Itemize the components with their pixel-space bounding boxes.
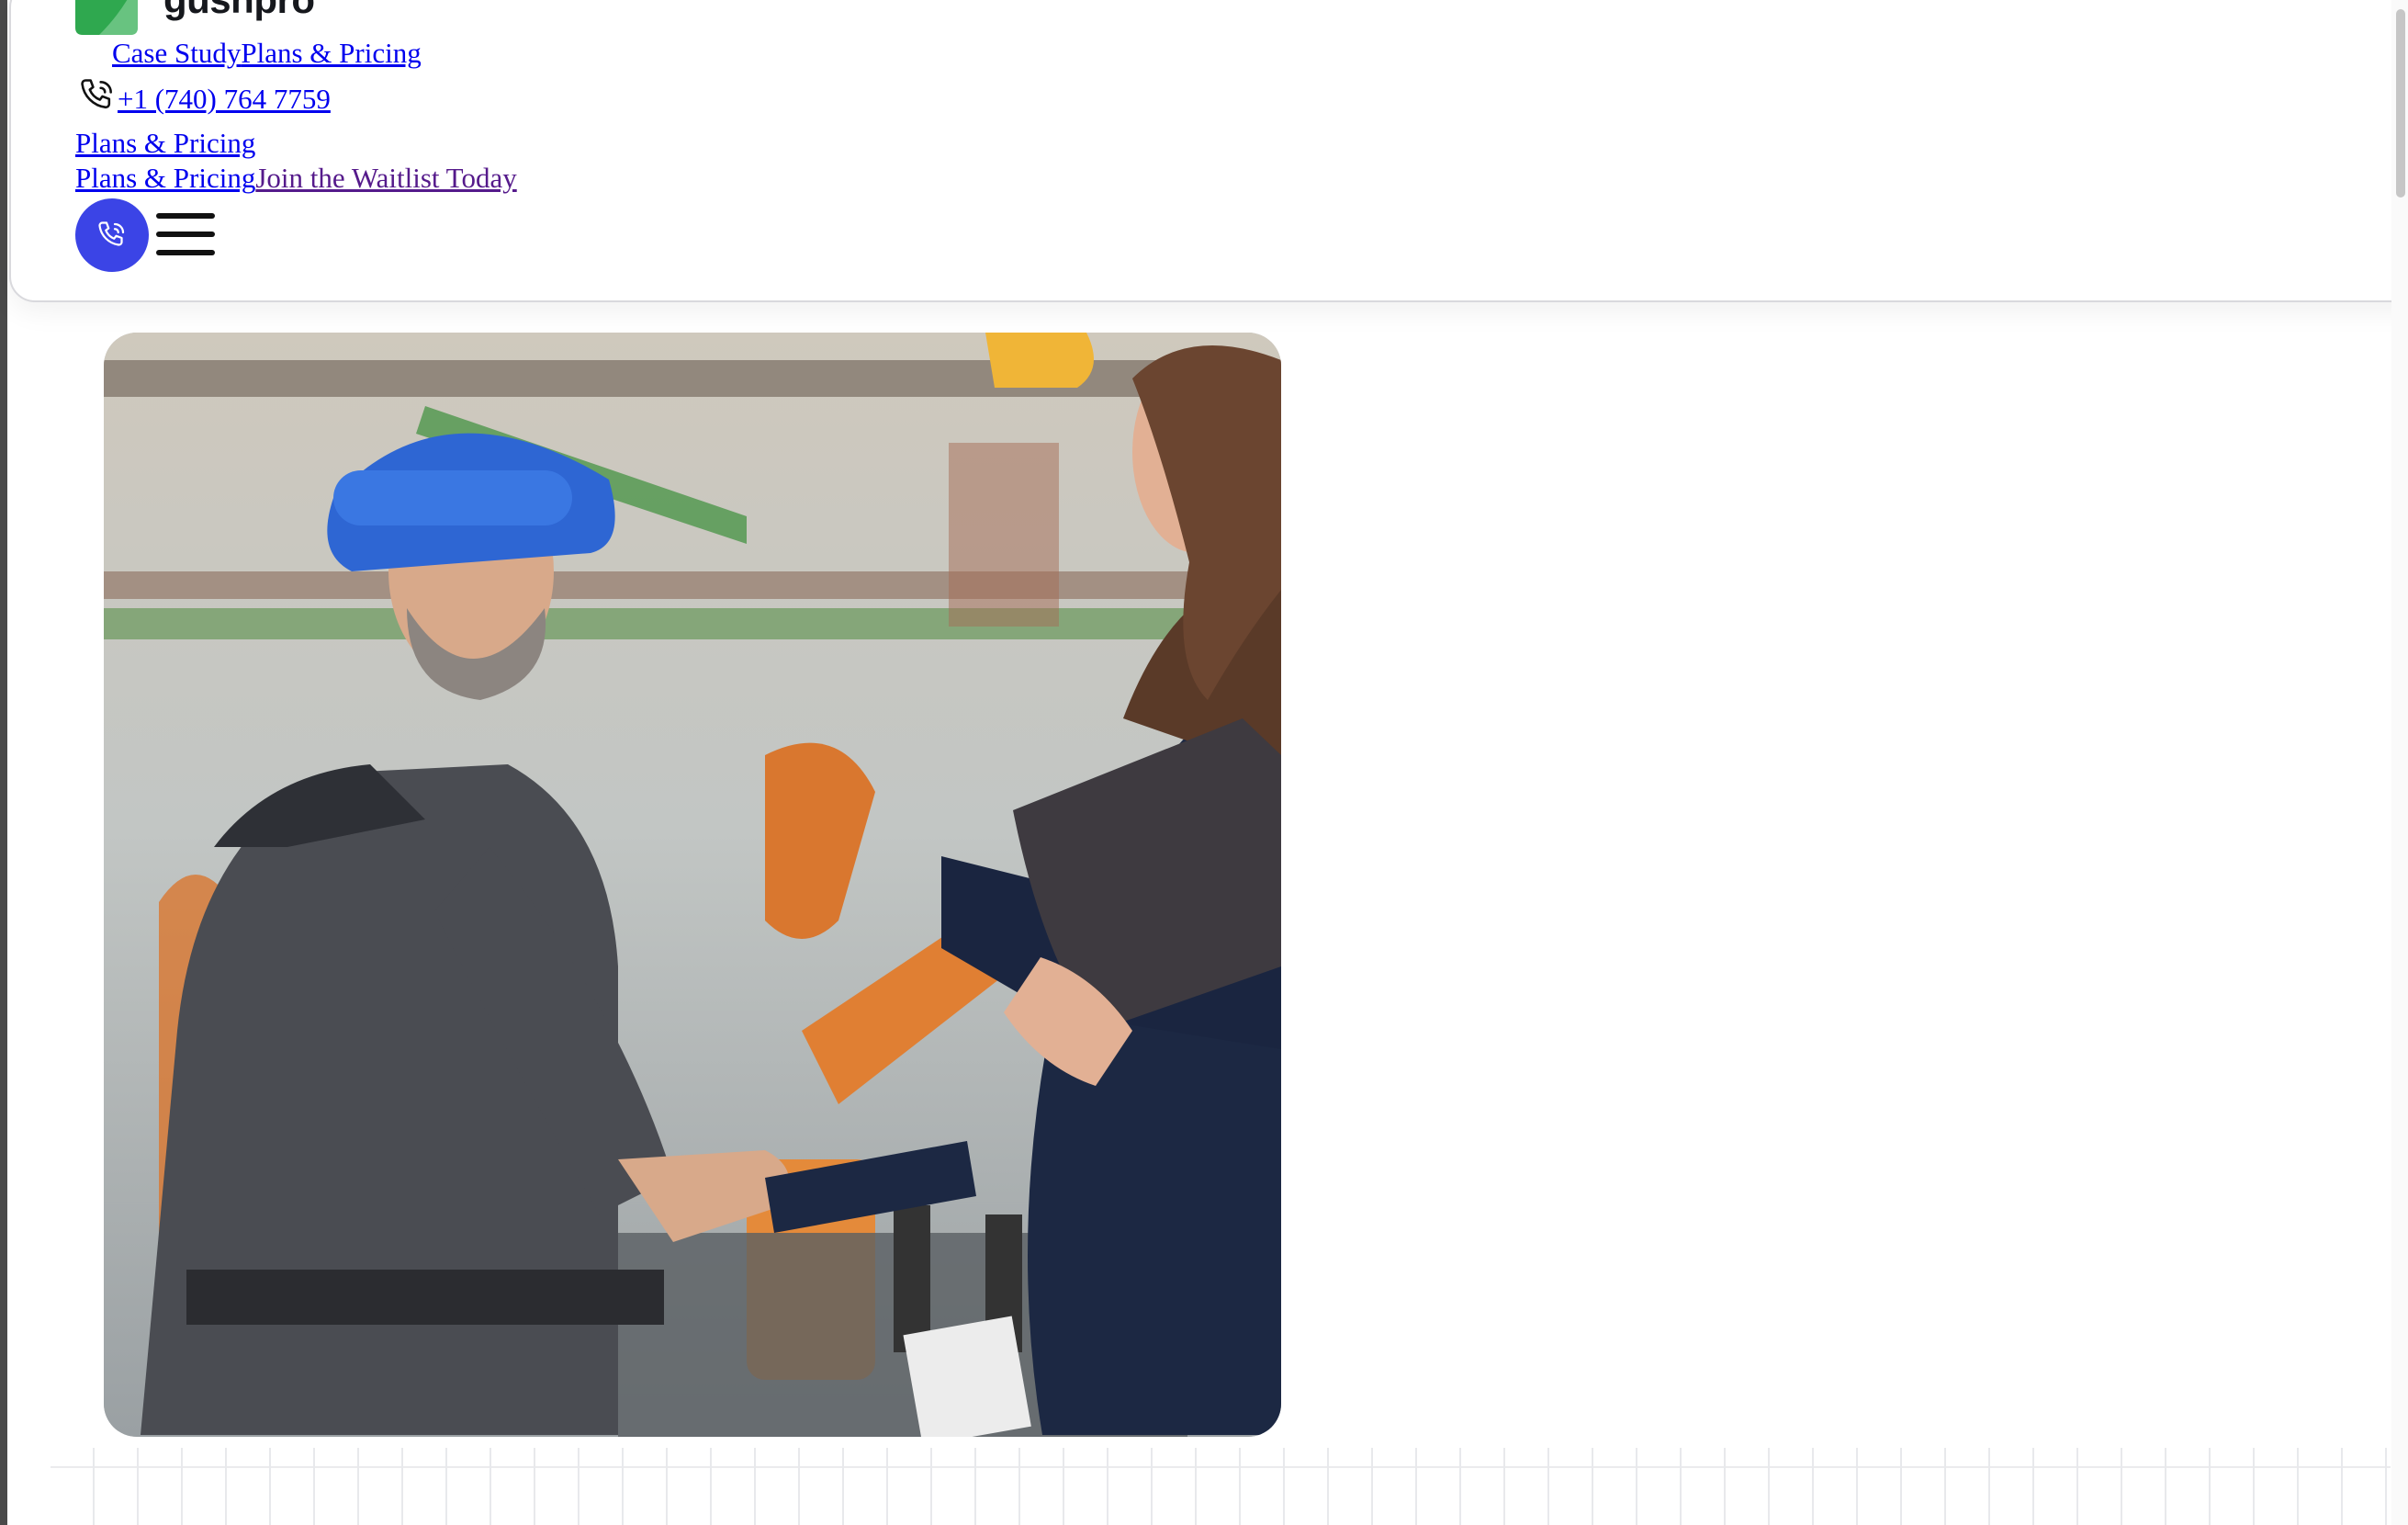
nav-case-study-link[interactable]: Case Study	[112, 37, 241, 70]
gushpro-logo-icon[interactable]	[75, 0, 138, 35]
menu-bar	[156, 232, 215, 237]
nav-plans-pricing-link[interactable]: Plans & Pricing	[241, 37, 421, 70]
brand-name[interactable]: gushpro	[163, 0, 315, 22]
hamburger-menu-button[interactable]	[156, 213, 215, 259]
window-edge	[0, 0, 7, 1525]
background-grid-pattern	[51, 1448, 2391, 1525]
plans-pricing-cta-link[interactable]: Plans & Pricing	[75, 162, 255, 195]
phone-number-link[interactable]: +1 (740) 764 7759	[118, 83, 331, 116]
scrollbar-thumb[interactable]	[2396, 9, 2405, 198]
phone-contact: +1 (740) 764 7759	[77, 75, 331, 116]
phone-icon	[98, 221, 125, 246]
plans-link-row: Plans & Pricing	[75, 127, 255, 160]
join-waitlist-link[interactable]: Join the Waitlist Today	[255, 162, 516, 195]
plans-pricing-link[interactable]: Plans & Pricing	[75, 127, 255, 159]
hero-image	[104, 333, 1281, 1437]
phone-icon	[81, 79, 112, 109]
call-button[interactable]	[75, 198, 149, 272]
primary-nav: Case Study Plans & Pricing	[112, 37, 422, 70]
menu-bar	[156, 250, 215, 255]
page-scrollbar[interactable]	[2391, 0, 2408, 1525]
menu-bar	[156, 213, 215, 219]
handshake-photo	[104, 333, 1281, 1437]
cta-row: Plans & Pricing Join the Waitlist Today	[75, 162, 517, 195]
site-header: gushpro Case Study Plans & Pricing +1 (7…	[9, 0, 2408, 302]
